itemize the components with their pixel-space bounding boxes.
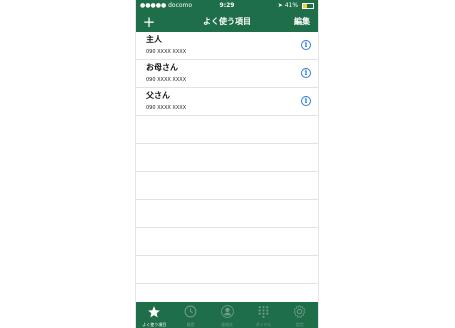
favorites-list: 主人 090 XXXX XXXX i お母さん 090 XXXX XXXX i … (136, 32, 318, 284)
empty-row (136, 144, 318, 172)
contact-number: 090 XXXX XXXX (146, 77, 187, 83)
info-icon[interactable]: i (301, 96, 311, 106)
info-icon[interactable]: i (301, 40, 311, 50)
star-icon (148, 305, 161, 317)
empty-row (136, 116, 318, 144)
empty-row (136, 172, 318, 200)
phone-screen: ●●●●● docomo 9:29 ➤ 41% + よく使う項目 編集 主人 0… (135, 0, 319, 328)
tab-favorites[interactable]: よく使う項目 (136, 302, 172, 328)
battery-fill (303, 3, 308, 8)
empty-row (136, 228, 318, 256)
list-item[interactable]: 父さん 090 XXXX XXXX i (136, 88, 318, 116)
list-item[interactable]: 主人 090 XXXX XXXX i (136, 32, 318, 60)
info-icon[interactable]: i (301, 68, 311, 78)
person-icon (220, 305, 234, 318)
tab-history[interactable]: 履歴 (172, 302, 208, 328)
tab-bar: よく使う項目 履歴 連絡先 ダイヤル 設定 (136, 302, 318, 328)
edit-button[interactable]: 編集 (294, 12, 310, 32)
tab-label: 履歴 (186, 322, 195, 327)
status-right: ➤ 41% (278, 0, 314, 12)
tab-label: 連絡先 (221, 322, 234, 327)
keypad-icon (258, 306, 269, 318)
tab-label: ダイヤル (255, 322, 272, 327)
tab-label: 設定 (295, 322, 304, 327)
status-bar: ●●●●● docomo 9:29 ➤ 41% (136, 0, 318, 12)
contact-name: 主人 (146, 35, 162, 44)
gear-icon (293, 305, 306, 318)
clock-icon (184, 305, 197, 318)
contact-name: 父さん (146, 91, 170, 100)
contact-name: お母さん (146, 63, 178, 72)
tab-settings[interactable]: 設定 (282, 302, 318, 328)
battery-icon (302, 2, 314, 9)
tab-label: よく使う項目 (142, 322, 167, 327)
nav-bar: + よく使う項目 編集 (136, 12, 318, 32)
empty-row (136, 256, 318, 284)
empty-row (136, 200, 318, 228)
tab-contacts[interactable]: 連絡先 (209, 302, 245, 328)
battery-percent: 41% (284, 2, 299, 9)
page-title: よく使う項目 (203, 17, 251, 26)
contact-number: 090 XXXX XXXX (146, 49, 187, 55)
location-icon: ➤ (277, 2, 283, 9)
list-item[interactable]: お母さん 090 XXXX XXXX i (136, 60, 318, 88)
tab-keypad[interactable]: ダイヤル (245, 302, 281, 328)
contact-number: 090 XXXX XXXX (146, 105, 187, 111)
